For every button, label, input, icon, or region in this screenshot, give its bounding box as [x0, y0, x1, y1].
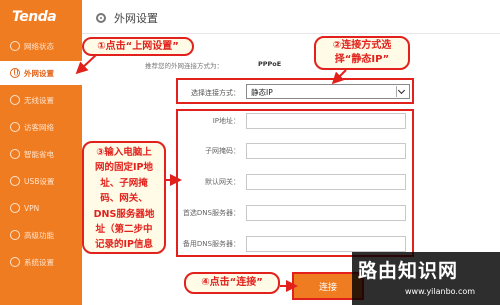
gear-icon	[96, 13, 106, 23]
callout-step2: ②连接方式选 择“静态IP”	[314, 36, 410, 70]
page-title: 外网设置	[114, 12, 158, 25]
primary-dns-label: 首选DNS服务器：	[182, 209, 240, 217]
system-icon	[10, 257, 20, 267]
arrow-step1	[75, 54, 97, 75]
recommend-label: 推荐您的外网连接方式为：	[145, 62, 223, 70]
advanced-icon	[10, 230, 20, 240]
default-gateway-input[interactable]	[246, 174, 406, 190]
secondary-dns-label: 备用DNS服务器：	[182, 240, 240, 248]
callout-step1: ①点击“上网设置”	[82, 37, 194, 56]
globe-icon	[10, 68, 20, 78]
callout-step3: ③输入电脑上 网的固定IP地 址、子网掩 码、网关、 DNS服务器地 址（第二步…	[82, 141, 166, 254]
recommend-value: PPPoE	[258, 60, 282, 68]
sidebar-item-label: 无线设置	[24, 95, 54, 105]
connection-type-label: 选择连接方式：	[191, 89, 240, 97]
subnet-mask-input[interactable]	[246, 143, 406, 159]
ip-address-input[interactable]	[246, 113, 406, 129]
power-saving-icon	[10, 149, 20, 159]
connection-type-select[interactable]: 静态IP	[246, 84, 410, 99]
callout-step3-line: 记录的IP信息	[95, 239, 153, 251]
sidebar-item-label: 智能省电	[24, 149, 54, 159]
sidebar-item-guest-network[interactable]: 访客网络	[0, 115, 82, 139]
sidebar-item-wan-settings[interactable]: 外网设置	[0, 61, 82, 85]
callout-step2-line2: 择“静态IP”	[334, 54, 390, 65]
callout-step2-line1: ②连接方式选	[332, 40, 392, 51]
tenda-logo: Tenda	[12, 9, 57, 25]
connection-type-value: 静态IP	[251, 88, 273, 97]
sidebar: Tenda 网络状态 外网设置 无线设置 访客网络 智能省电 USB设置 VPN	[0, 0, 82, 305]
callout-step3-line: 址（第二步中	[95, 224, 153, 236]
sidebar-item-network-status[interactable]: 网络状态	[0, 34, 82, 58]
watermark-url: www.yilanbo.com	[405, 287, 476, 296]
secondary-dns-input[interactable]	[246, 236, 406, 252]
sidebar-item-wireless[interactable]: 无线设置	[0, 88, 82, 112]
callout-step3-line: DNS服务器地	[93, 208, 155, 220]
chevron-down-icon	[396, 86, 408, 97]
sidebar-item-label: 网络状态	[24, 41, 54, 51]
ip-address-label: IP地址：	[212, 117, 240, 125]
sidebar-item-power-saving[interactable]: 智能省电	[0, 142, 82, 166]
default-gateway-label: 默认网关：	[205, 178, 240, 186]
callout-step4: ④点击“连接”	[184, 272, 280, 294]
sidebar-item-label: 访客网络	[24, 122, 54, 132]
sidebar-item-label: USB设置	[24, 176, 55, 186]
callout-step3-line: 网的固定IP地	[95, 162, 153, 174]
sidebar-item-system[interactable]: 系统设置	[0, 250, 82, 274]
subnet-mask-label: 子网掩码：	[205, 147, 240, 155]
vpn-icon	[10, 203, 20, 213]
callout-step3-line: 址、子网掩	[100, 177, 148, 189]
sidebar-item-label: 系统设置	[24, 257, 54, 267]
sidebar-item-usb[interactable]: USB设置	[0, 169, 82, 193]
callout-step3-line: ③输入电脑上	[96, 147, 152, 158]
callout-step3-line: 码、网关、	[100, 193, 148, 205]
sidebar-item-label: 高级功能	[24, 230, 54, 240]
primary-dns-input[interactable]	[246, 205, 406, 221]
guest-icon	[10, 122, 20, 132]
watermark-title: 路由知识网	[358, 260, 459, 282]
sidebar-item-advanced[interactable]: 高级功能	[0, 223, 82, 247]
usb-icon	[10, 176, 20, 186]
wifi-icon	[10, 95, 20, 105]
sidebar-item-label: 外网设置	[24, 68, 54, 78]
network-status-icon	[10, 41, 20, 51]
sidebar-item-vpn[interactable]: VPN	[0, 196, 82, 220]
sidebar-item-label: VPN	[24, 203, 40, 213]
